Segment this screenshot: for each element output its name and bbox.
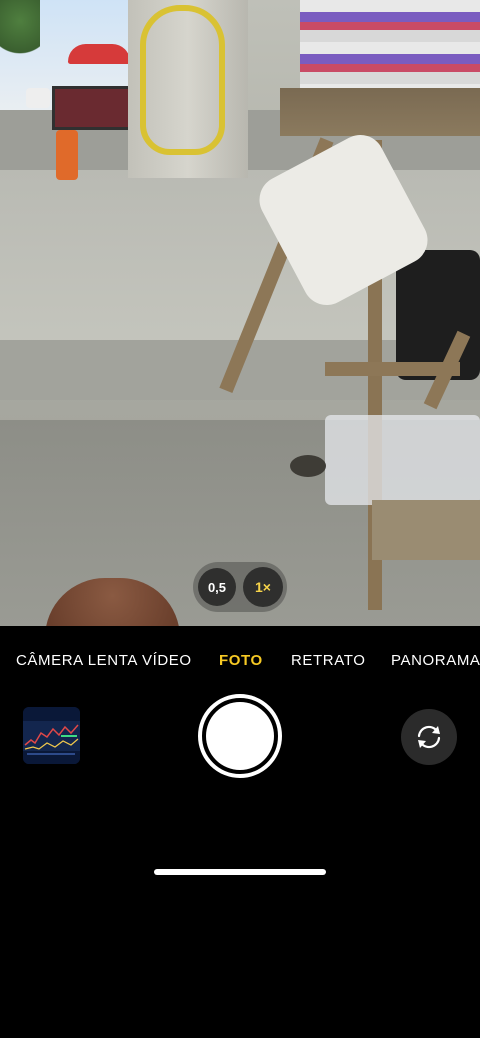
mode-video[interactable]: VÍDEO (142, 652, 192, 669)
mode-slow-motion[interactable]: CÂMERA LENTA (16, 652, 138, 669)
scene-car (26, 88, 50, 108)
last-photo-thumbnail[interactable] (23, 707, 80, 764)
scene-stain (290, 455, 326, 477)
mode-portrait[interactable]: RETRATO (291, 652, 365, 669)
zoom-0.5-button[interactable]: 0,5 (198, 568, 236, 606)
mode-panorama[interactable]: PANORAMA (391, 652, 480, 669)
scene-table-crossbar (325, 362, 460, 376)
camera-flip-icon (417, 725, 441, 749)
flip-camera-button[interactable] (401, 709, 457, 765)
scene-cart (52, 86, 136, 130)
scene-plastic-wrap (325, 415, 480, 505)
mode-photo[interactable]: FOTO (219, 652, 263, 669)
camera-viewfinder[interactable]: 0,5 1× (0, 0, 480, 626)
zoom-control: 0,5 1× (193, 562, 287, 612)
scene-stacked-goods (300, 0, 480, 90)
shutter-inner (206, 702, 274, 770)
scene-tree (0, 0, 40, 70)
scene-traffic-cone (56, 130, 78, 180)
scene-box (372, 500, 480, 560)
scene-table-top (280, 88, 480, 136)
thumbnail-image (23, 707, 80, 764)
zoom-1x-button[interactable]: 1× (243, 567, 283, 607)
camera-mode-carousel: CÂMERA LENTA VÍDEO FOTO RETRATO PANORAMA (0, 648, 480, 674)
scene-bag (396, 250, 480, 380)
scene-graffiti (140, 5, 225, 155)
shutter-button[interactable] (198, 694, 282, 778)
home-indicator[interactable] (154, 869, 326, 875)
scene-umbrella (68, 44, 130, 64)
